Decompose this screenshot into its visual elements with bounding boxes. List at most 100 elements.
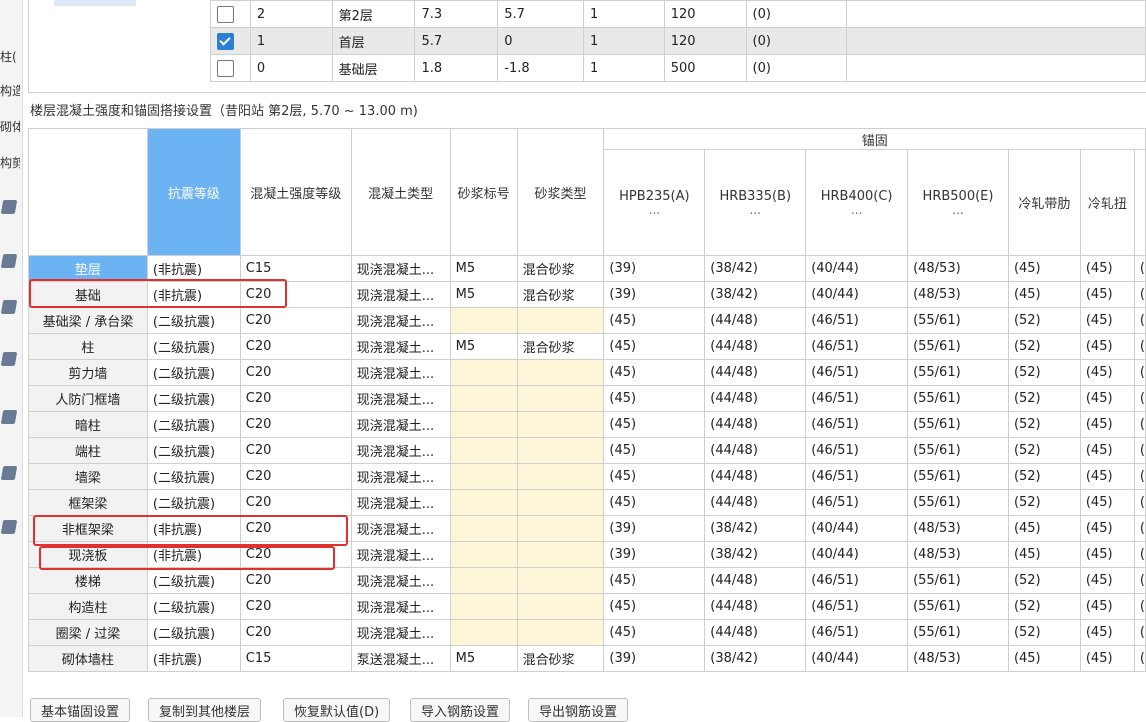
- floor-bottom-elevation[interactable]: -1.8: [497, 54, 585, 82]
- hrb400-anchor-cell[interactable]: (40/44): [805, 255, 909, 282]
- floor-number[interactable]: 2: [249, 0, 333, 28]
- hrb400-anchor-cell[interactable]: (46/51): [805, 437, 909, 464]
- floor-area[interactable]: (0): [745, 0, 848, 28]
- floor-remark[interactable]: [846, 0, 1146, 28]
- mortar-grade-cell[interactable]: M5: [449, 255, 518, 282]
- hrb400-anchor-cell[interactable]: (40/44): [805, 645, 909, 672]
- table-row[interactable]: 基础梁 / 承台梁 (二级抗震) C20 现浇混凝土... (45) (44/48) (46…: [28, 307, 1146, 334]
- row-header-component[interactable]: 构造柱: [28, 593, 148, 620]
- export-rebar-settings-button[interactable]: 导出钢筋设置: [528, 698, 629, 722]
- cold-rolled-ribbed-cell[interactable]: (52): [1007, 307, 1081, 334]
- cold-rolled-ribbed-cell[interactable]: (52): [1007, 411, 1081, 438]
- floor-checkbox-cell[interactable]: [210, 27, 251, 55]
- overflow-cell[interactable]: (: [1133, 489, 1146, 516]
- table-row[interactable]: 圈梁 / 过梁 (二级抗震) C20 现浇混凝土... (45) (44/48) (46/5…: [28, 619, 1146, 646]
- cold-rolled-twisted-cell[interactable]: (45): [1079, 281, 1135, 308]
- cold-rolled-ribbed-cell[interactable]: (52): [1007, 567, 1081, 594]
- concrete-type-cell[interactable]: 现浇混凝土...: [350, 593, 451, 620]
- seismic-level-cell[interactable]: (非抗震): [146, 255, 241, 282]
- cold-rolled-ribbed-cell[interactable]: (52): [1007, 359, 1081, 386]
- basic-anchorage-settings-button[interactable]: 基本锚固设置: [30, 698, 131, 722]
- hrb500-anchor-cell[interactable]: (48/53): [907, 541, 1009, 568]
- cold-rolled-ribbed-cell[interactable]: (52): [1007, 437, 1081, 464]
- hrb500-anchor-cell[interactable]: (55/61): [907, 307, 1009, 334]
- column-icon[interactable]: [0, 254, 18, 268]
- seismic-level-cell[interactable]: (二级抗震): [146, 489, 241, 516]
- cold-rolled-ribbed-cell[interactable]: (52): [1007, 619, 1081, 646]
- seismic-level-cell[interactable]: (二级抗震): [146, 307, 241, 334]
- cold-rolled-ribbed-cell[interactable]: (52): [1007, 385, 1081, 412]
- table-row[interactable]: 柱 (二级抗震) C20 现浇混凝土... M5 混合砂浆 (45) (44/48) (46/5…: [28, 333, 1146, 360]
- floor-row[interactable]: 2 第2层 7.3 5.7 1 120 (0): [210, 0, 1146, 28]
- seismic-level-cell[interactable]: (二级抗震): [146, 463, 241, 490]
- floor-checkbox-cell[interactable]: [210, 0, 251, 28]
- hpb235-anchor-cell[interactable]: (39): [603, 281, 706, 308]
- hrb500-anchor-cell[interactable]: (55/61): [907, 411, 1009, 438]
- row-header-component[interactable]: 端柱: [28, 437, 148, 464]
- mortar-grade-cell[interactable]: [449, 515, 518, 542]
- column-header-mortar-type[interactable]: 砂浆类型: [516, 128, 605, 256]
- hpb235-anchor-cell[interactable]: (39): [603, 541, 706, 568]
- overflow-cell[interactable]: (: [1133, 515, 1146, 542]
- cold-rolled-twisted-cell[interactable]: (45): [1079, 515, 1135, 542]
- row-header-component[interactable]: 基础梁 / 承台梁: [28, 307, 148, 334]
- overflow-cell[interactable]: (: [1133, 437, 1146, 464]
- cold-rolled-twisted-cell[interactable]: (45): [1079, 307, 1135, 334]
- mortar-grade-cell[interactable]: [449, 385, 518, 412]
- floor-name[interactable]: 首层: [331, 27, 416, 55]
- hpb235-anchor-cell[interactable]: (45): [603, 333, 706, 360]
- floor-checkbox[interactable]: [217, 5, 234, 23]
- overflow-cell[interactable]: (: [1133, 281, 1146, 308]
- left-label-3[interactable]: 砌体: [0, 118, 20, 135]
- mortar-grade-cell[interactable]: M5: [449, 281, 518, 308]
- hpb235-anchor-cell[interactable]: (45): [603, 307, 706, 334]
- overflow-cell[interactable]: (: [1133, 541, 1146, 568]
- column-header-seismic[interactable]: 抗震等级: [146, 128, 241, 256]
- column-header-concrete-type[interactable]: 混凝土类型: [350, 128, 451, 256]
- floor-same-count[interactable]: 1: [583, 0, 665, 28]
- concrete-type-cell[interactable]: 现浇混凝土...: [350, 385, 451, 412]
- concrete-grade-cell[interactable]: C20: [239, 359, 352, 386]
- hrb335-anchor-cell[interactable]: (44/48): [704, 359, 807, 386]
- mortar-grade-cell[interactable]: [449, 411, 518, 438]
- floor-slab-thickness[interactable]: 120: [663, 0, 747, 28]
- concrete-grade-cell[interactable]: C20: [239, 385, 352, 412]
- floor-area[interactable]: (0): [745, 54, 848, 82]
- overflow-cell[interactable]: (: [1133, 385, 1146, 412]
- row-header-component[interactable]: 人防门框墙: [28, 385, 148, 412]
- hrb335-anchor-cell[interactable]: (44/48): [704, 411, 807, 438]
- concrete-grade-cell[interactable]: C20: [239, 333, 352, 360]
- hrb400-anchor-cell[interactable]: (46/51): [805, 359, 909, 386]
- floor-row[interactable]: 1 首层 5.7 0 1 120 (0): [210, 27, 1146, 55]
- concrete-type-cell[interactable]: 现浇混凝土...: [350, 281, 451, 308]
- concrete-grade-cell[interactable]: C15: [239, 645, 352, 672]
- cold-rolled-ribbed-cell[interactable]: (45): [1007, 255, 1081, 282]
- cold-rolled-twisted-cell[interactable]: (45): [1079, 437, 1135, 464]
- copy-to-other-floors-button[interactable]: 复制到其他楼层: [148, 698, 262, 722]
- floor-slab-thickness[interactable]: 500: [663, 54, 747, 82]
- overflow-cell[interactable]: (: [1133, 619, 1146, 646]
- cold-rolled-twisted-cell[interactable]: (45): [1079, 255, 1135, 282]
- mortar-grade-cell[interactable]: [449, 489, 518, 516]
- hrb400-anchor-cell[interactable]: (46/51): [805, 411, 909, 438]
- floor-number[interactable]: 0: [249, 54, 333, 82]
- hpb235-anchor-cell[interactable]: (45): [603, 411, 706, 438]
- foundation-icon[interactable]: [0, 520, 18, 534]
- floor-height[interactable]: 5.7: [414, 27, 499, 55]
- seismic-level-cell[interactable]: (二级抗震): [146, 437, 241, 464]
- cold-rolled-twisted-cell[interactable]: (45): [1079, 359, 1135, 386]
- hrb400-anchor-cell[interactable]: (46/51): [805, 333, 909, 360]
- seismic-level-cell[interactable]: (二级抗震): [146, 359, 241, 386]
- hrb500-anchor-cell[interactable]: (55/61): [907, 619, 1009, 646]
- hrb500-anchor-cell[interactable]: (48/53): [907, 515, 1009, 542]
- stair-icon[interactable]: [0, 410, 18, 424]
- seismic-level-cell[interactable]: (二级抗震): [146, 333, 241, 360]
- hrb400-anchor-cell[interactable]: (46/51): [805, 463, 909, 490]
- floor-checkbox-cell[interactable]: [210, 54, 251, 82]
- hrb335-anchor-cell[interactable]: (44/48): [704, 385, 807, 412]
- concrete-grade-cell[interactable]: C20: [239, 489, 352, 516]
- concrete-type-cell[interactable]: 现浇混凝土...: [350, 515, 451, 542]
- floor-height[interactable]: 1.8: [414, 54, 499, 82]
- hrb400-anchor-cell[interactable]: (46/51): [805, 619, 909, 646]
- column-header-mortar-grade[interactable]: 砂浆标号: [449, 128, 518, 256]
